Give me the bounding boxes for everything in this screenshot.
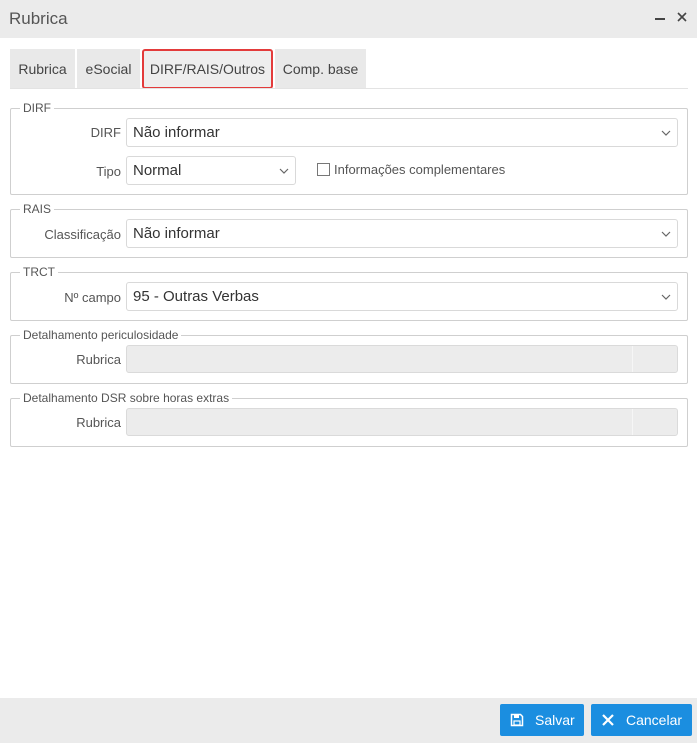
close-icon[interactable]: [673, 8, 691, 28]
title-bar: Rubrica: [0, 0, 697, 38]
classificacao-label: Classificação: [44, 227, 121, 242]
dsr-legend: Detalhamento DSR sobre horas extras: [20, 392, 233, 405]
tab-esocial[interactable]: eSocial: [77, 49, 140, 89]
close-icon: [602, 714, 614, 726]
tab-dirf-rais-outros[interactable]: DIRF/RAIS/Outros: [142, 49, 273, 89]
save-icon: [510, 713, 524, 727]
rais-legend: RAIS: [20, 203, 55, 216]
cancel-button-label: Cancelar: [626, 712, 683, 728]
rais-group: RAIS Classificação Não informar: [10, 203, 688, 258]
chevron-down-icon: [661, 294, 671, 300]
trct-group: TRCT Nº campo 95 - Outras Verbas: [10, 266, 688, 321]
campo-select[interactable]: 95 - Outras Verbas: [126, 282, 678, 311]
tipo-select[interactable]: Normal: [126, 156, 296, 185]
tab-rubrica[interactable]: Rubrica: [10, 49, 75, 89]
tab-comp-base[interactable]: Comp. base: [275, 49, 366, 89]
campo-select-value: 95 - Outras Verbas: [133, 288, 259, 305]
dsr-rubrica-input[interactable]: [126, 408, 678, 436]
periculosidade-group: Detalhamento periculosidade Rubrica: [10, 329, 688, 384]
tipo-select-value: Normal: [133, 162, 182, 179]
trct-legend: TRCT: [20, 266, 58, 279]
save-button-label: Salvar: [535, 712, 575, 728]
periculosidade-legend: Detalhamento periculosidade: [20, 329, 182, 342]
tipo-label: Tipo: [96, 164, 121, 179]
periculosidade-rubrica-label: Rubrica: [76, 352, 121, 367]
dirf-label: DIRF: [90, 125, 121, 140]
dirf-legend: DIRF: [20, 102, 54, 115]
info-complementares-label: Informações complementares: [334, 162, 506, 177]
tab-divider: [10, 88, 688, 89]
minimize-icon[interactable]: [651, 8, 669, 28]
rubrica-dialog: Rubrica Rubrica eSocial DIRF/RAIS/Outros…: [0, 0, 697, 743]
chevron-down-icon: [279, 168, 289, 174]
classificacao-select[interactable]: Não informar: [126, 219, 678, 248]
classificacao-select-value: Não informar: [133, 225, 220, 242]
dirf-select[interactable]: Não informar: [126, 118, 678, 147]
periculosidade-rubrica-input[interactable]: [126, 345, 678, 373]
dirf-group: DIRF DIRF Não informar Tipo Normal Infor…: [10, 102, 688, 195]
info-complementares-checkbox[interactable]: [317, 163, 330, 176]
window-title: Rubrica: [9, 9, 68, 28]
save-button[interactable]: Salvar: [500, 704, 584, 736]
chevron-down-icon: [661, 130, 671, 136]
dsr-group: Detalhamento DSR sobre horas extras Rubr…: [10, 392, 688, 447]
dsr-rubrica-label: Rubrica: [76, 415, 121, 430]
campo-label: Nº campo: [64, 290, 121, 305]
dirf-select-value: Não informar: [133, 124, 220, 141]
chevron-down-icon: [661, 231, 671, 237]
dialog-footer: Salvar Cancelar: [0, 698, 697, 743]
cancel-button[interactable]: Cancelar: [591, 704, 692, 736]
